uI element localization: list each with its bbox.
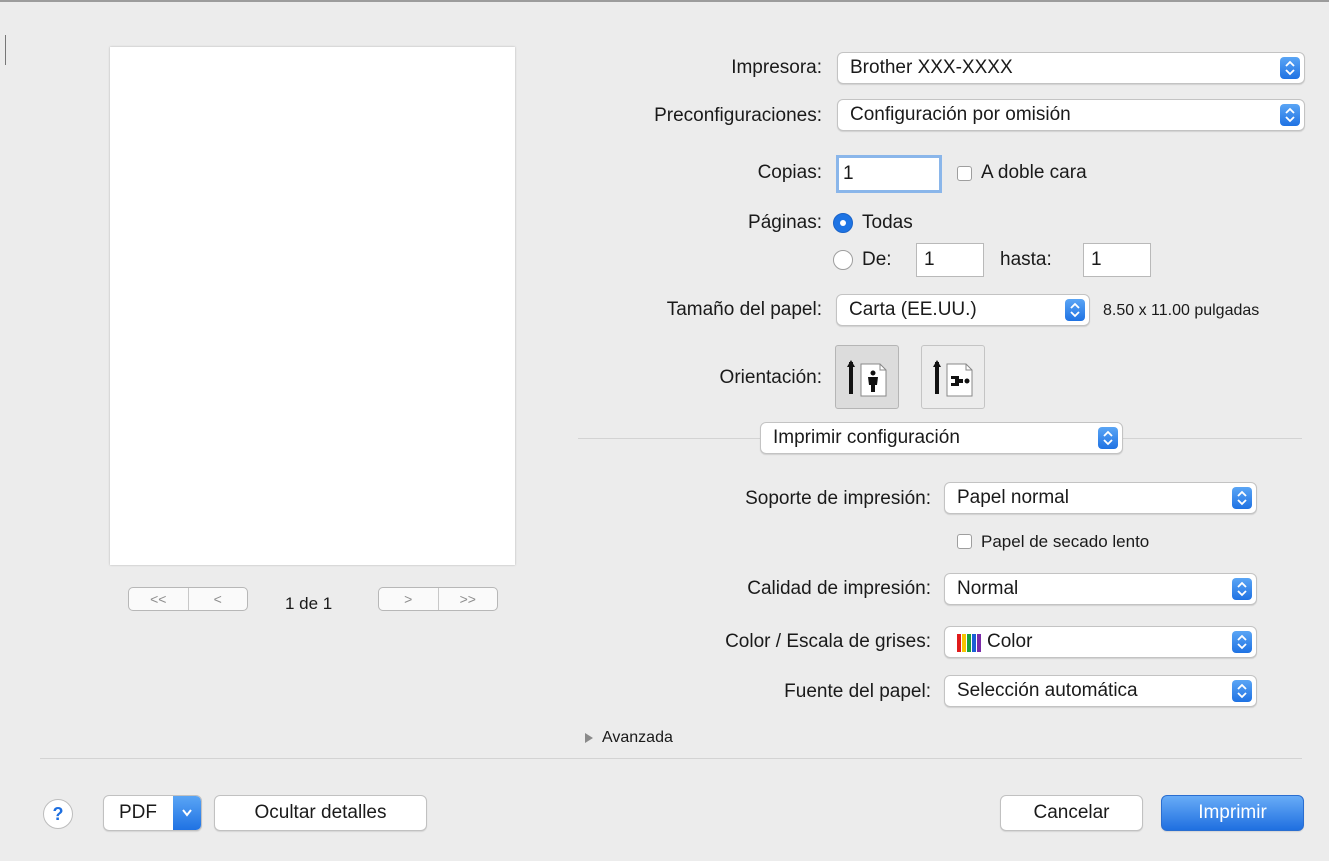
popup-arrows-icon <box>1280 57 1300 79</box>
paper-source-select[interactable]: Selección automática <box>944 675 1257 707</box>
pages-all-label: Todas <box>862 212 913 233</box>
advanced-label: Avanzada <box>602 729 673 746</box>
popup-arrows-icon <box>1098 427 1118 449</box>
duplex-checkbox[interactable] <box>957 166 972 181</box>
window-edge-mark <box>5 35 6 65</box>
disclosure-triangle-icon <box>585 733 593 743</box>
paper-size-select[interactable]: Carta (EE.UU.) <box>836 294 1090 326</box>
popup-arrows-icon <box>1065 299 1085 321</box>
media-type-select[interactable]: Papel normal <box>944 482 1257 514</box>
orientation-label: Orientación: <box>719 367 822 388</box>
section-select[interactable]: Imprimir configuración <box>760 422 1123 454</box>
pdf-label: PDF <box>119 802 157 823</box>
popup-arrows-icon <box>1280 104 1300 126</box>
landscape-icon <box>933 360 973 397</box>
printer-select[interactable]: Brother XXX-XXXX <box>837 52 1305 84</box>
paper-source-label: Fuente del papel: <box>784 681 931 702</box>
orientation-landscape-button[interactable] <box>921 345 985 409</box>
slow-dry-checkbox[interactable] <box>957 534 972 549</box>
popup-arrows-icon <box>1232 487 1252 509</box>
help-button[interactable]: ? <box>43 799 73 829</box>
last-page-button[interactable]: >> <box>437 588 498 610</box>
color-label: Color / Escala de grises: <box>725 631 931 652</box>
popup-arrows-icon <box>1232 680 1252 702</box>
pages-range-radio[interactable] <box>833 250 853 270</box>
window-top-border <box>0 0 1329 2</box>
paper-dimensions: 8.50 x 11.00 pulgadas <box>1103 302 1260 319</box>
paper-size-label: Tamaño del papel: <box>666 299 822 320</box>
slow-dry-label: Papel de secado lento <box>981 532 1150 551</box>
pdf-dropdown[interactable] <box>173 796 201 830</box>
media-type-value: Papel normal <box>957 487 1069 508</box>
media-type-label: Soporte de impresión: <box>745 488 931 509</box>
first-page-button[interactable]: << <box>129 588 188 610</box>
pages-to-label: hasta: <box>1000 249 1052 270</box>
copies-label: Copias: <box>757 162 822 183</box>
print-button[interactable]: Imprimir <box>1161 795 1304 831</box>
color-select[interactable]: Color <box>944 626 1257 658</box>
pages-to-input[interactable]: 1 <box>1083 243 1151 277</box>
cancel-button[interactable]: Cancelar <box>1000 795 1143 831</box>
paper-size-value: Carta (EE.UU.) <box>849 299 977 320</box>
presets-label: Preconfiguraciones: <box>654 105 822 126</box>
color-value: Color <box>987 631 1033 652</box>
pages-label: Páginas: <box>748 212 822 233</box>
preview-forward-nav: > >> <box>378 587 498 611</box>
pages-range-label: De: <box>862 249 892 270</box>
hide-details-button[interactable]: Ocultar detalles <box>214 795 427 831</box>
quality-select[interactable]: Normal <box>944 573 1257 605</box>
page-preview <box>110 47 515 565</box>
presets-select[interactable]: Configuración por omisión <box>837 99 1305 131</box>
paper-source-value: Selección automática <box>957 680 1138 701</box>
orientation-portrait-button[interactable] <box>835 345 899 409</box>
footer-divider <box>40 758 1302 759</box>
popup-arrows-icon <box>1232 578 1252 600</box>
color-bars-icon <box>957 634 981 652</box>
popup-arrows-icon <box>1232 631 1252 653</box>
section-value: Imprimir configuración <box>773 427 960 448</box>
pages-from-input[interactable]: 1 <box>916 243 984 277</box>
page-indicator: 1 de 1 <box>285 594 333 613</box>
portrait-icon <box>847 360 887 397</box>
printer-label: Impresora: <box>731 57 822 78</box>
preview-back-nav: << < <box>128 587 248 611</box>
quality-value: Normal <box>957 578 1019 599</box>
pdf-menu-button[interactable]: PDF <box>103 795 202 831</box>
advanced-disclosure[interactable]: Avanzada <box>584 726 694 750</box>
chevron-down-icon <box>182 809 192 817</box>
next-page-button[interactable]: > <box>379 588 438 610</box>
previous-page-button[interactable]: < <box>187 588 248 610</box>
copies-input[interactable]: 1 <box>836 155 942 193</box>
quality-label: Calidad de impresión: <box>747 578 931 599</box>
duplex-label: A doble cara <box>981 162 1087 183</box>
presets-value: Configuración por omisión <box>850 104 1071 125</box>
printer-value: Brother XXX-XXXX <box>850 57 1013 78</box>
pages-all-radio[interactable] <box>833 213 853 233</box>
